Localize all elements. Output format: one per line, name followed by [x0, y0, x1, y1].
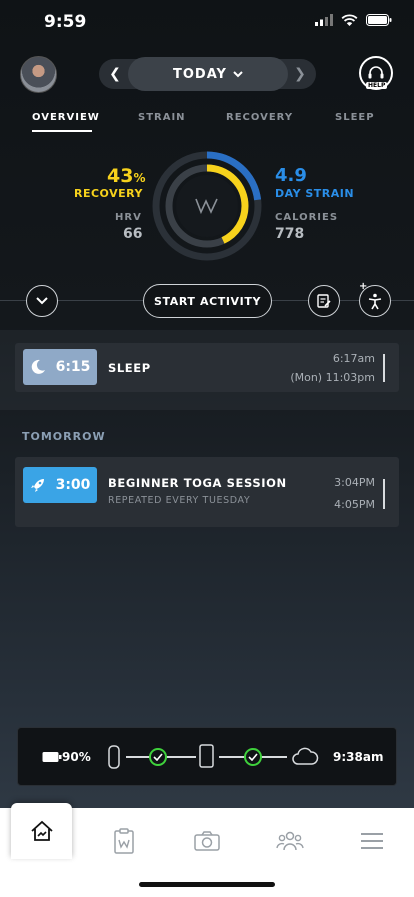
- date-label: TODAY: [173, 66, 227, 82]
- home-icon: [30, 820, 53, 841]
- prev-day-button[interactable]: ❮: [104, 62, 126, 86]
- rocket-icon: [30, 479, 44, 492]
- strain-recovery-ring[interactable]: [151, 150, 263, 262]
- journal-icon: [114, 828, 134, 854]
- day-strain-label: DAY STRAIN: [275, 187, 355, 200]
- figure-add-icon: [368, 293, 382, 310]
- community-icon: [276, 831, 304, 851]
- cloud-icon: [292, 747, 319, 765]
- yoga-duration: 3:00: [55, 477, 91, 493]
- tab-overview[interactable]: OVERVIEW: [32, 112, 100, 123]
- day-strain-value[interactable]: 4.9: [275, 165, 307, 186]
- chevron-down-icon: [36, 297, 48, 305]
- expand-button[interactable]: [26, 285, 58, 317]
- calories-value: 778: [275, 226, 305, 242]
- tab-sleep[interactable]: SLEEP: [335, 112, 375, 123]
- tab-recovery[interactable]: RECOVERY: [226, 112, 293, 123]
- nav-home[interactable]: [11, 803, 72, 859]
- tomorrow-label: TOMORROW: [22, 430, 106, 443]
- yoga-activity-card[interactable]: 3:00 BEGINNER TOGA SESSION REPEATED EVER…: [15, 457, 399, 527]
- sleep-time-bar: [383, 354, 385, 382]
- yoga-duration-badge: 3:00: [23, 467, 97, 503]
- chevron-right-icon: ❯: [294, 66, 306, 82]
- recovery-score[interactable]: 43%: [107, 165, 145, 187]
- menu-icon: [361, 833, 383, 849]
- battery-status-icon: [366, 14, 392, 26]
- sleep-duration-badge: 6:15: [23, 349, 97, 385]
- nav-camera[interactable]: [192, 826, 222, 856]
- chevron-down-icon: [233, 70, 243, 77]
- sync-time: 9:38am: [333, 750, 384, 764]
- hrv-label: HRV: [115, 212, 142, 223]
- date-dropdown[interactable]: TODAY: [128, 57, 288, 91]
- home-indicator: [139, 882, 275, 887]
- wifi-icon: [341, 14, 358, 26]
- calories-label: CALORIES: [275, 212, 339, 223]
- camera-icon: [194, 831, 220, 851]
- nav-menu[interactable]: [357, 826, 387, 856]
- strap-icon: [108, 745, 120, 769]
- journal-button[interactable]: [308, 285, 340, 317]
- yoga-start-time: 3:04PM: [334, 476, 375, 489]
- sleep-activity-card[interactable]: 6:15 SLEEP 6:17am (Mon) 11:03pm: [15, 343, 399, 392]
- recovery-label: RECOVERY: [74, 187, 143, 200]
- tab-active-indicator: [32, 130, 92, 132]
- sleep-duration: 6:15: [55, 359, 91, 375]
- tab-strain[interactable]: STRAIN: [138, 112, 186, 123]
- clipboard-edit-icon: [317, 294, 331, 308]
- sleep-end-time: 6:17am: [332, 352, 375, 365]
- yoga-subtitle: REPEATED EVERY TUESDAY: [108, 495, 251, 506]
- hrv-value: 66: [123, 226, 143, 242]
- start-activity-button[interactable]: START ACTIVITY: [143, 284, 272, 318]
- headset-icon: [368, 66, 384, 79]
- yoga-title: BEGINNER TOGA SESSION: [108, 476, 287, 490]
- status-time: 9:59: [44, 12, 87, 32]
- status-icons: [315, 14, 392, 26]
- sleep-title: SLEEP: [108, 361, 151, 375]
- moon-icon: [31, 359, 45, 374]
- phone-icon: [199, 744, 214, 768]
- nav-community[interactable]: [275, 826, 305, 856]
- signal-icon: [315, 14, 333, 26]
- next-day-button[interactable]: ❯: [289, 62, 311, 86]
- help-label: HELP: [366, 82, 388, 89]
- battery-percent: 90%: [62, 750, 91, 764]
- plus-icon: +: [359, 281, 368, 292]
- sleep-start-time: (Mon) 11:03pm: [290, 371, 375, 384]
- yoga-end-time: 4:05PM: [334, 498, 375, 511]
- strap-sync-check-icon: [149, 748, 167, 766]
- battery-icon: [42, 752, 62, 762]
- avatar[interactable]: [20, 56, 57, 93]
- nav-journal[interactable]: [109, 826, 139, 856]
- yoga-time-bar: [383, 479, 385, 509]
- phone-sync-check-icon: [244, 748, 262, 766]
- chevron-left-icon: ❮: [109, 66, 121, 82]
- sync-status-bar[interactable]: 90% 9:38am: [17, 727, 397, 786]
